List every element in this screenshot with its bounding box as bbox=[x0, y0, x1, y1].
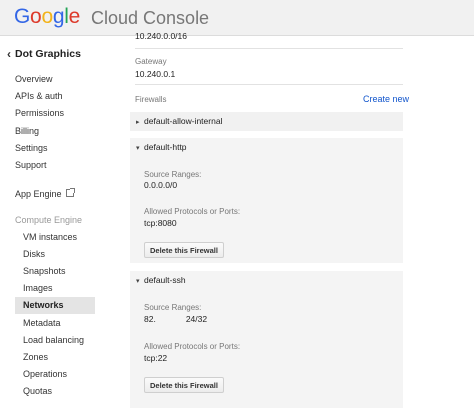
chevron-right-icon: ▸ bbox=[136, 119, 140, 126]
sidebar-item-load-balancing[interactable]: Load balancing bbox=[23, 333, 84, 347]
firewall-header-default-http[interactable]: ▾ default-http bbox=[130, 138, 403, 157]
allowed-protocols-label: Allowed Protocols or Ports: bbox=[144, 342, 241, 351]
allowed-protocols-value: tcp:8080 bbox=[144, 218, 177, 228]
source-ranges-value: 82. 24/32 bbox=[144, 314, 208, 325]
chevron-down-icon: ▾ bbox=[136, 145, 140, 152]
source-ranges-label: Source Ranges: bbox=[144, 303, 202, 312]
gateway-value: 10.240.0.1 bbox=[135, 69, 176, 79]
divider bbox=[135, 48, 403, 49]
logo-letter: o bbox=[41, 5, 53, 28]
project-name: Dot Graphics bbox=[15, 48, 81, 60]
chevron-left-icon: ‹ bbox=[7, 47, 11, 61]
divider bbox=[135, 84, 403, 85]
product-name: Cloud Console bbox=[91, 8, 210, 28]
sidebar-item-networks[interactable]: Networks bbox=[15, 297, 95, 314]
sidebar-item-label: App Engine bbox=[15, 189, 62, 199]
allowed-protocols-value: tcp:22 bbox=[144, 353, 168, 363]
sidebar-item-disks[interactable]: Disks bbox=[23, 247, 45, 261]
address-range-value: 10.240.0.0/16 bbox=[135, 31, 187, 41]
sidebar-item-snapshots[interactable]: Snapshots bbox=[23, 264, 66, 278]
sidebar-item-metadata[interactable]: Metadata bbox=[23, 316, 61, 330]
network-details: 10.240.0.0/16 Gateway 10.240.0.1 Firewal… bbox=[130, 31, 474, 408]
sidebar: ‹ Dot Graphics Overview APIs & auth Perm… bbox=[0, 36, 100, 408]
sidebar-item-vm-instances[interactable]: VM instances bbox=[23, 230, 77, 244]
chevron-down-icon: ▾ bbox=[136, 278, 140, 285]
delete-firewall-button[interactable]: Delete this Firewall bbox=[144, 377, 224, 393]
redacted-block bbox=[155, 315, 186, 325]
firewall-name: default-http bbox=[144, 142, 187, 152]
sidebar-item-images[interactable]: Images bbox=[23, 281, 53, 295]
firewall-panel-default-ssh: ▾ default-ssh Source Ranges: 82. 24/32 All… bbox=[130, 271, 403, 408]
logo-letter: e bbox=[68, 5, 81, 28]
sidebar-item-operations[interactable]: Operations bbox=[23, 367, 67, 381]
source-range-suffix: 24/32 bbox=[185, 314, 208, 324]
sidebar-item-app-engine[interactable]: App Engine bbox=[15, 187, 75, 201]
sidebar-section-compute-engine: Compute Engine bbox=[15, 215, 83, 225]
firewall-name: default-ssh bbox=[144, 275, 186, 285]
firewalls-label: Firewalls bbox=[135, 95, 167, 104]
sidebar-item-apis-auth[interactable]: APIs & auth bbox=[15, 89, 63, 103]
logo-letter: g bbox=[52, 5, 65, 28]
sidebar-item-quotas[interactable]: Quotas bbox=[23, 384, 52, 398]
firewall-name: default-allow-internal bbox=[144, 116, 223, 126]
source-ranges-label: Source Ranges: bbox=[144, 170, 202, 179]
sidebar-item-billing[interactable]: Billing bbox=[15, 124, 39, 138]
gateway-label: Gateway bbox=[135, 57, 167, 66]
firewall-header-default-ssh[interactable]: ▾ default-ssh bbox=[130, 271, 403, 290]
source-ranges-value: 0.0.0.0/0 bbox=[144, 180, 178, 190]
sidebar-item-settings[interactable]: Settings bbox=[15, 141, 48, 155]
sidebar-item-overview[interactable]: Overview bbox=[15, 72, 53, 86]
source-range-prefix: 82. bbox=[144, 314, 156, 324]
sidebar-item-zones[interactable]: Zones bbox=[23, 350, 48, 364]
logo-letter: G bbox=[14, 5, 31, 28]
firewall-panel-default-http: ▾ default-http Source Ranges: 0.0.0.0/0 A… bbox=[130, 138, 403, 263]
external-link-icon bbox=[65, 188, 75, 197]
create-firewall-link[interactable]: Create new bbox=[363, 94, 409, 104]
sidebar-item-support[interactable]: Support bbox=[15, 158, 47, 172]
sidebar-item-permissions[interactable]: Permissions bbox=[15, 106, 64, 120]
delete-firewall-button[interactable]: Delete this Firewall bbox=[144, 242, 224, 258]
app-header: Google Cloud Console bbox=[0, 0, 474, 36]
google-logo[interactable]: Google bbox=[14, 5, 80, 29]
logo-letter: o bbox=[30, 5, 42, 28]
project-back-link[interactable]: ‹ Dot Graphics bbox=[7, 47, 81, 61]
firewall-row-default-allow-internal[interactable]: ▸ default-allow-internal bbox=[130, 112, 403, 131]
allowed-protocols-label: Allowed Protocols or Ports: bbox=[144, 207, 241, 216]
